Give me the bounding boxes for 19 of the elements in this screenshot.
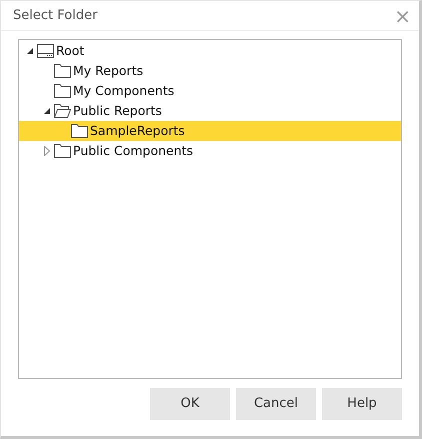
dialog-button[interactable]: Cancel: [236, 388, 316, 420]
folder-icon: [71, 124, 88, 138]
folder-icon: [54, 104, 71, 118]
folder-icon: [54, 84, 71, 98]
drive-icon: [37, 44, 54, 58]
tree-item[interactable]: Public Reports: [19, 101, 401, 121]
folder-icon: [54, 64, 71, 78]
tree-item[interactable]: My Components: [19, 81, 401, 101]
dialog-button[interactable]: OK: [150, 388, 230, 420]
collapse-icon: [26, 48, 34, 54]
collapse-icon: [44, 108, 50, 114]
window-title: Select Folder: [13, 6, 98, 25]
tree-item[interactable]: SampleReports: [19, 121, 401, 141]
tree-item[interactable]: Root: [19, 41, 401, 61]
dialog-button[interactable]: Help: [322, 388, 402, 420]
expand-icon: [44, 146, 50, 156]
folder-icon: [54, 144, 71, 158]
tree-item[interactable]: Public Components: [19, 141, 401, 161]
tree-item[interactable]: My Reports: [19, 61, 401, 81]
